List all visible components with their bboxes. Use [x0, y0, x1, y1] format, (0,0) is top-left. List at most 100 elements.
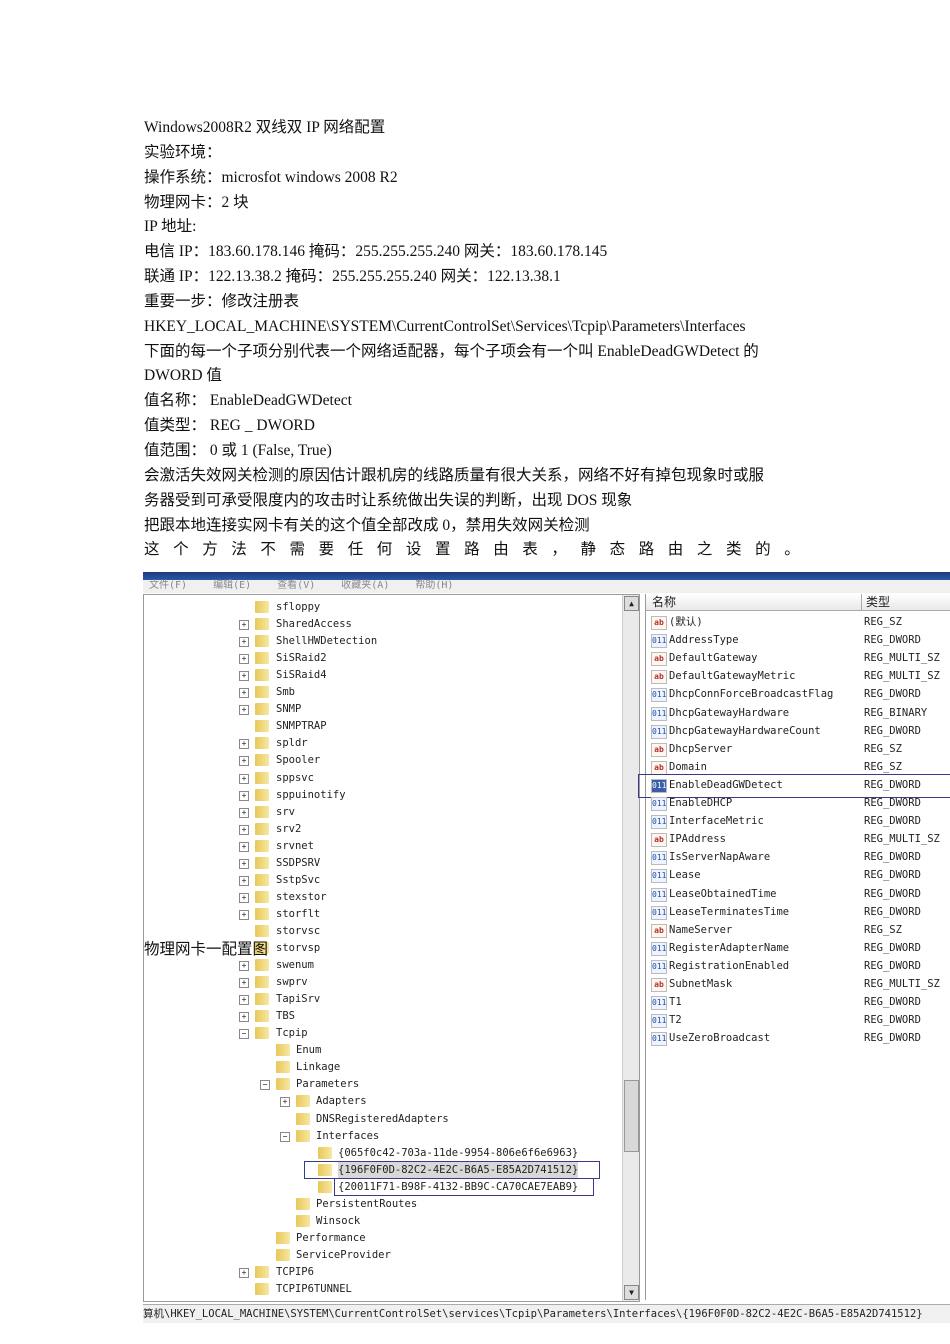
menu-help[interactable]: 帮助(H): [415, 580, 453, 591]
expand-icon[interactable]: +: [239, 637, 249, 648]
expand-icon[interactable]: +: [239, 807, 249, 818]
tree-item[interactable]: + swprv: [144, 974, 622, 990]
expand-icon[interactable]: +: [239, 824, 249, 835]
tree-item[interactable]: + srv: [144, 804, 622, 820]
tree-item[interactable]: + TapiSrv: [144, 991, 622, 1007]
value-row[interactable]: 011 DhcpGatewayHardwareCount REG_DWORD: [646, 723, 950, 739]
tree-item[interactable]: + SiSRaid2: [144, 650, 622, 666]
expand-icon[interactable]: +: [239, 841, 249, 852]
tree-item[interactable]: + stexstor: [144, 889, 622, 905]
expand-icon[interactable]: +: [239, 961, 249, 972]
value-row[interactable]: 011 IsServerNapAware REG_DWORD: [646, 849, 950, 866]
tree-item[interactable]: {20011F71-B98F-4132-BB9C-CA70CAE7EAB9}: [144, 1177, 622, 1196]
menu-view[interactable]: 查看(V): [277, 580, 315, 591]
value-row[interactable]: ab (默认) REG_SZ: [646, 614, 950, 630]
value-row[interactable]: 011 LeaseObtainedTime REG_DWORD: [646, 886, 950, 902]
tree-item[interactable]: Enum: [144, 1042, 622, 1058]
value-row[interactable]: 011 Lease REG_DWORD: [646, 867, 950, 884]
scroll-down-arrow-icon[interactable]: ▼: [624, 1285, 639, 1300]
tree-item[interactable]: {065f0c42-703a-11de-9954-806e6f6e6963}: [144, 1145, 622, 1161]
expand-icon[interactable]: +: [239, 773, 249, 784]
value-row[interactable]: ab DefaultGatewayMetric REG_MULTI_SZ: [646, 668, 950, 685]
tree-item[interactable]: + srv2: [144, 821, 622, 837]
tree-item[interactable]: ServiceProvider: [144, 1247, 622, 1263]
expand-icon[interactable]: +: [239, 620, 249, 631]
menu-file[interactable]: 文件(F): [149, 580, 187, 591]
expand-icon[interactable]: +: [239, 978, 249, 989]
tree-item[interactable]: + ShellHWDetection: [144, 633, 622, 649]
value-row[interactable]: 011 UseZeroBroadcast REG_DWORD: [646, 1030, 950, 1047]
tree-item[interactable]: SNMPTRAP: [144, 718, 622, 734]
expand-icon[interactable]: +: [239, 995, 249, 1006]
value-row[interactable]: ab DefaultGateway REG_MULTI_SZ: [646, 650, 950, 667]
tree-item[interactable]: + spldr: [144, 735, 622, 751]
tree-item[interactable]: − Interfaces: [144, 1128, 622, 1144]
value-row[interactable]: 011 RegisterAdapterName REG_DWORD: [646, 940, 950, 956]
tree-item[interactable]: + TBS: [144, 1008, 622, 1024]
tree-item[interactable]: {196F0F0D-82C2-4E2C-B6A5-E85A2D741512}: [144, 1160, 622, 1179]
tree-item[interactable]: + swenum: [144, 957, 622, 973]
expand-icon[interactable]: +: [239, 756, 249, 767]
value-row[interactable]: 011 RegistrationEnabled REG_DWORD: [646, 958, 950, 974]
value-row[interactable]: 011 DhcpGatewayHardware REG_BINARY: [646, 705, 950, 721]
menu-favorites[interactable]: 收藏夹(A): [341, 580, 389, 591]
expand-icon[interactable]: +: [280, 1097, 290, 1108]
tree-item[interactable]: sfloppy: [144, 599, 622, 615]
expand-icon[interactable]: +: [239, 875, 249, 886]
expand-icon[interactable]: +: [239, 858, 249, 869]
tree-item[interactable]: + SNMP: [144, 701, 622, 717]
tree-item[interactable]: + TCPIP6: [144, 1264, 622, 1280]
value-row[interactable]: ab NameServer REG_SZ: [646, 922, 950, 938]
expand-icon[interactable]: +: [239, 739, 249, 750]
expand-icon[interactable]: +: [239, 705, 249, 716]
tree-item[interactable]: + SiSRaid4: [144, 667, 622, 683]
value-row[interactable]: 011 T1 REG_DWORD: [646, 994, 950, 1011]
value-row[interactable]: ab SubnetMask REG_MULTI_SZ: [646, 976, 950, 992]
scroll-up-arrow-icon[interactable]: ▲: [624, 596, 639, 611]
menu-edit[interactable]: 编辑(E): [213, 580, 251, 591]
column-header-name[interactable]: 名称: [646, 594, 862, 611]
tree-item[interactable]: + Spooler: [144, 752, 622, 768]
value-row[interactable]: 011 InterfaceMetric REG_DWORD: [646, 813, 950, 830]
tree-item[interactable]: + SharedAccess: [144, 616, 622, 632]
value-row[interactable]: 011 EnableDeadGWDetect REG_DWORD: [638, 773, 950, 798]
tree-item[interactable]: PersistentRoutes: [144, 1196, 622, 1212]
tree-item[interactable]: + Adapters: [144, 1093, 622, 1109]
tree-item[interactable]: + SSDPSRV: [144, 855, 622, 871]
tree-item[interactable]: Winsock: [144, 1213, 622, 1229]
tree-item[interactable]: DNSRegisteredAdapters: [144, 1111, 622, 1127]
expand-icon[interactable]: +: [239, 892, 249, 903]
scroll-thumb[interactable]: [624, 1080, 639, 1152]
expand-icon[interactable]: +: [239, 909, 249, 920]
tree-item[interactable]: + SstpSvc: [144, 872, 622, 888]
expand-icon[interactable]: +: [239, 1012, 249, 1023]
tree-scrollbar[interactable]: ▲ ▼: [622, 595, 639, 1301]
value-row[interactable]: 011 T2 REG_DWORD: [646, 1012, 950, 1029]
value-row[interactable]: 011 LeaseTerminatesTime REG_DWORD: [646, 904, 950, 920]
tree-item[interactable]: + srvnet: [144, 838, 622, 854]
tree-item[interactable]: + Smb: [144, 684, 622, 700]
value-row[interactable]: 011 DhcpConnForceBroadcastFlag REG_DWORD: [646, 686, 950, 703]
tree-item[interactable]: − Tcpip: [144, 1025, 622, 1041]
tree-item[interactable]: + storflt: [144, 906, 622, 922]
value-row[interactable]: ab Domain REG_SZ: [646, 759, 950, 775]
expand-icon[interactable]: +: [239, 671, 249, 682]
expand-icon[interactable]: +: [239, 654, 249, 665]
collapse-icon[interactable]: −: [280, 1131, 290, 1142]
collapse-icon[interactable]: −: [260, 1080, 270, 1091]
value-row[interactable]: 011 EnableDHCP REG_DWORD: [646, 795, 950, 811]
tree-item[interactable]: Performance: [144, 1230, 622, 1246]
expand-icon[interactable]: +: [239, 688, 249, 699]
tree-item[interactable]: + sppuinotify: [144, 787, 622, 803]
tree-item[interactable]: TCPIP6TUNNEL: [144, 1281, 622, 1297]
expand-icon[interactable]: +: [239, 1267, 249, 1278]
value-row[interactable]: ab IPAddress REG_MULTI_SZ: [646, 831, 950, 848]
expand-icon[interactable]: +: [239, 790, 249, 801]
collapse-icon[interactable]: −: [239, 1029, 249, 1040]
tree-item[interactable]: − Parameters: [144, 1076, 622, 1092]
value-row[interactable]: 011 AddressType REG_DWORD: [646, 632, 950, 649]
value-row[interactable]: ab DhcpServer REG_SZ: [646, 741, 950, 757]
tree-item[interactable]: + sppsvc: [144, 770, 622, 786]
tree-item[interactable]: Linkage: [144, 1059, 622, 1075]
column-header-type[interactable]: 类型: [862, 594, 950, 611]
